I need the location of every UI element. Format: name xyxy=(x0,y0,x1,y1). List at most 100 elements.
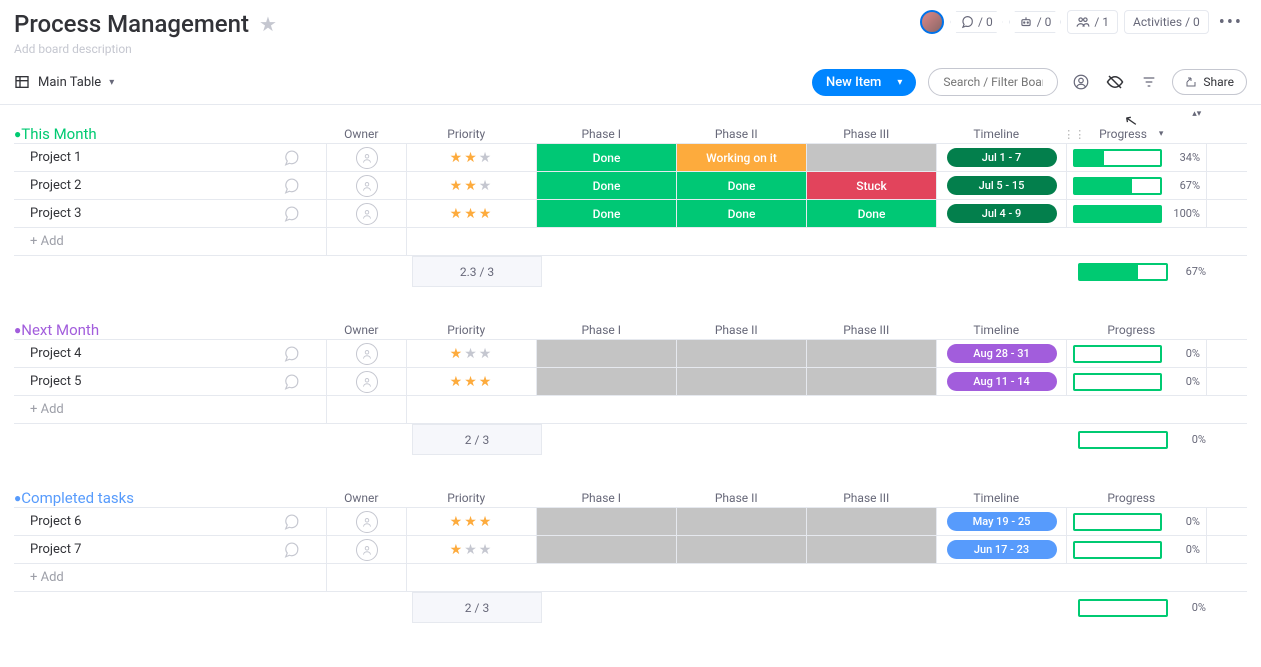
add-row-button[interactable]: + Add xyxy=(14,396,326,423)
status-cell[interactable]: Done xyxy=(536,172,676,199)
add-row-button[interactable]: + Add xyxy=(14,228,326,255)
timeline-cell[interactable]: Aug 11 - 14 xyxy=(936,368,1066,395)
search-input[interactable] xyxy=(928,68,1058,96)
filter-icon[interactable] xyxy=(1138,71,1160,93)
group-title[interactable]: This Month xyxy=(21,125,321,143)
owner-cell[interactable] xyxy=(326,200,406,227)
chat-icon[interactable] xyxy=(282,177,300,195)
sort-icon[interactable]: ▴▾ xyxy=(1192,109,1201,119)
timeline-cell[interactable]: Jul 4 - 9 xyxy=(936,200,1066,227)
more-menu-icon[interactable]: ••• xyxy=(1215,12,1247,33)
row-name[interactable]: Project 3 xyxy=(14,200,326,227)
status-cell[interactable]: Done xyxy=(676,172,806,199)
col-owner[interactable]: Owner xyxy=(321,323,401,337)
chevron-down-icon[interactable]: ▾ xyxy=(897,77,902,88)
status-cell[interactable] xyxy=(536,340,676,367)
owner-cell[interactable] xyxy=(326,536,406,563)
col-phase3[interactable]: Phase III xyxy=(801,127,931,141)
owner-cell[interactable] xyxy=(326,340,406,367)
status-cell[interactable]: Done xyxy=(806,200,936,227)
col-priority[interactable]: Priority xyxy=(401,491,531,505)
group-title[interactable]: Completed tasks xyxy=(21,489,321,507)
status-cell[interactable] xyxy=(676,340,806,367)
row-name[interactable]: Project 5 xyxy=(14,368,326,395)
priority-cell[interactable]: ★★★ xyxy=(406,340,536,367)
status-cell[interactable]: Done xyxy=(536,200,676,227)
row-name[interactable]: Project 7 xyxy=(14,536,326,563)
col-phase2[interactable]: Phase II xyxy=(671,323,801,337)
avatar[interactable] xyxy=(920,10,944,34)
status-cell[interactable] xyxy=(536,536,676,563)
priority-cell[interactable]: ★★★ xyxy=(406,144,536,171)
status-cell[interactable]: Working on it xyxy=(676,144,806,171)
owner-cell[interactable] xyxy=(326,508,406,535)
status-cell[interactable] xyxy=(676,536,806,563)
chat-icon[interactable] xyxy=(282,513,300,531)
col-phase3[interactable]: Phase III xyxy=(801,323,931,337)
priority-cell[interactable]: ★★★ xyxy=(406,368,536,395)
guests-pill[interactable]: / 0 xyxy=(950,11,1003,33)
col-timeline[interactable]: Timeline xyxy=(931,491,1061,505)
col-phase1[interactable]: Phase I xyxy=(531,491,671,505)
board-title[interactable]: Process Management xyxy=(14,10,249,38)
priority-cell[interactable]: ★★★ xyxy=(406,536,536,563)
col-timeline[interactable]: Timeline xyxy=(931,127,1061,141)
drag-handle-icon[interactable]: ⋮⋮ xyxy=(1063,128,1085,141)
timeline-cell[interactable]: May 19 - 25 xyxy=(936,508,1066,535)
collapse-icon[interactable]: ● xyxy=(14,491,21,505)
status-cell[interactable] xyxy=(806,536,936,563)
row-name[interactable]: Project 6 xyxy=(14,508,326,535)
col-phase2[interactable]: Phase II xyxy=(671,127,801,141)
status-cell[interactable]: Done xyxy=(676,200,806,227)
status-cell[interactable]: Stuck xyxy=(806,172,936,199)
members-pill[interactable]: / 1 xyxy=(1067,10,1118,34)
view-selector[interactable]: Main Table ▾ xyxy=(14,74,114,90)
row-name[interactable]: Project 2 xyxy=(14,172,326,199)
col-progress[interactable]: Progress xyxy=(1061,491,1201,505)
status-cell[interactable] xyxy=(806,368,936,395)
status-cell[interactable] xyxy=(806,144,936,171)
collapse-icon[interactable]: ● xyxy=(14,323,21,337)
col-priority[interactable]: Priority xyxy=(401,127,531,141)
timeline-cell[interactable]: Jul 1 - 7 xyxy=(936,144,1066,171)
col-timeline[interactable]: Timeline xyxy=(931,323,1061,337)
timeline-cell[interactable]: Jun 17 - 23 xyxy=(936,536,1066,563)
board-description[interactable]: Add board description xyxy=(14,42,277,56)
chat-icon[interactable] xyxy=(282,373,300,391)
col-phase1[interactable]: Phase I xyxy=(531,127,671,141)
chat-icon[interactable] xyxy=(282,205,300,223)
new-item-button[interactable]: New Item ▾ xyxy=(812,69,916,96)
status-cell[interactable] xyxy=(806,508,936,535)
col-owner[interactable]: Owner xyxy=(321,127,401,141)
chevron-down-icon[interactable]: ▾ xyxy=(1159,129,1164,139)
star-icon[interactable]: ★ xyxy=(259,12,277,36)
chat-icon[interactable] xyxy=(282,541,300,559)
chat-icon[interactable] xyxy=(282,149,300,167)
status-cell[interactable] xyxy=(536,368,676,395)
row-name[interactable]: Project 4 xyxy=(14,340,326,367)
col-priority[interactable]: Priority xyxy=(401,323,531,337)
timeline-cell[interactable]: Jul 5 - 15 xyxy=(936,172,1066,199)
owner-cell[interactable] xyxy=(326,368,406,395)
col-phase3[interactable]: Phase III xyxy=(801,491,931,505)
status-cell[interactable] xyxy=(676,508,806,535)
col-phase2[interactable]: Phase II xyxy=(671,491,801,505)
priority-cell[interactable]: ★★★ xyxy=(406,172,536,199)
person-filter-icon[interactable] xyxy=(1070,71,1092,93)
robot-pill[interactable]: / 0 xyxy=(1009,11,1062,33)
activities-pill[interactable]: Activities / 0 xyxy=(1124,10,1209,34)
owner-cell[interactable] xyxy=(326,172,406,199)
status-cell[interactable] xyxy=(806,340,936,367)
col-progress[interactable]: Progress xyxy=(1061,323,1201,337)
eye-off-icon[interactable] xyxy=(1104,71,1126,93)
status-cell[interactable]: Done xyxy=(536,144,676,171)
row-name[interactable]: Project 1 xyxy=(14,144,326,171)
col-progress[interactable]: ⋮⋮▴▾↖ Progress ▾ xyxy=(1061,127,1201,141)
priority-cell[interactable]: ★★★ xyxy=(406,200,536,227)
col-phase1[interactable]: Phase I xyxy=(531,323,671,337)
timeline-cell[interactable]: Aug 28 - 31 xyxy=(936,340,1066,367)
add-row-button[interactable]: + Add xyxy=(14,564,326,591)
priority-cell[interactable]: ★★★ xyxy=(406,508,536,535)
col-owner[interactable]: Owner xyxy=(321,491,401,505)
chat-icon[interactable] xyxy=(282,345,300,363)
